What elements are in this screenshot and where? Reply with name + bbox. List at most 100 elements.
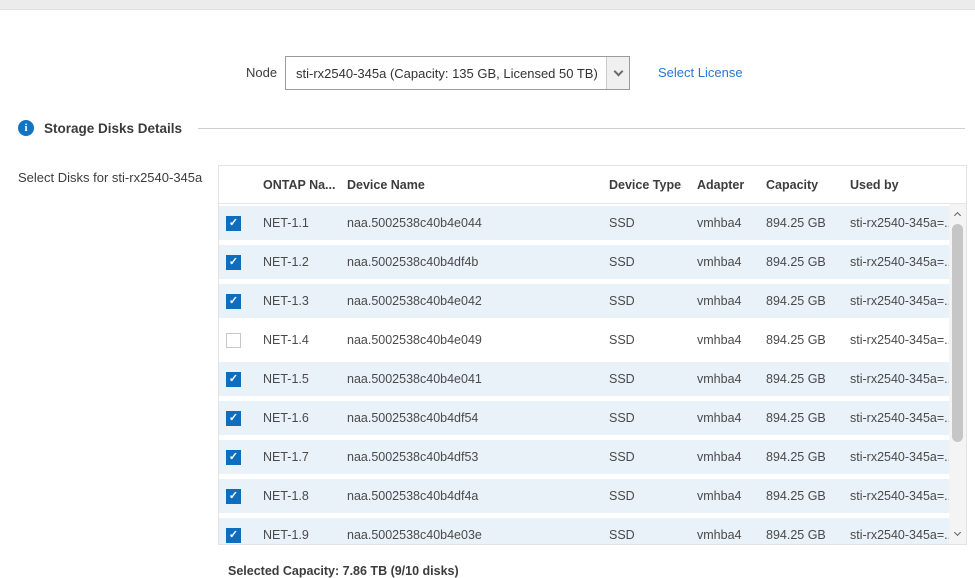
table-row: NET-1.7 naa.5002538c40b4df53 SSD vmhba4 … (219, 440, 949, 474)
cell-ontap-name: NET-1.7 (255, 450, 339, 464)
cell-ontap-name: NET-1.5 (255, 372, 339, 386)
cell-capacity: 894.25 GB (758, 411, 842, 425)
node-selector-row: Node sti-rx2540-345a (Capacity: 135 GB, … (0, 56, 975, 90)
disk-checkbox[interactable] (226, 411, 241, 426)
column-header-device-name: Device Name (339, 178, 601, 192)
cell-device-type: SSD (601, 333, 689, 347)
section-header: i Storage Disks Details (18, 119, 965, 137)
disk-checkbox[interactable] (226, 216, 241, 231)
cell-used-by: sti-rx2540-345a=... (842, 333, 949, 347)
checkbox-cell (219, 450, 255, 465)
cell-device-name: naa.5002538c40b4df54 (339, 411, 601, 425)
info-icon: i (18, 120, 34, 136)
cell-ontap-name: NET-1.4 (255, 333, 339, 347)
cell-ontap-name: NET-1.8 (255, 489, 339, 503)
cell-ontap-name: NET-1.6 (255, 411, 339, 425)
disk-checkbox[interactable] (226, 489, 241, 504)
table-row: NET-1.9 naa.5002538c40b4e03e SSD vmhba4 … (219, 518, 949, 544)
scroll-up-button[interactable] (949, 206, 966, 222)
section-title: Storage Disks Details (44, 121, 182, 136)
column-header-ontap-name: ONTAP Na... (255, 178, 339, 192)
cell-capacity: 894.25 GB (758, 372, 842, 386)
cell-device-name: naa.5002538c40b4df53 (339, 450, 601, 464)
checkbox-cell (219, 372, 255, 387)
table-row: NET-1.4 naa.5002538c40b4e049 SSD vmhba4 … (219, 323, 949, 357)
scroll-down-button[interactable] (949, 526, 966, 542)
cell-used-by: sti-rx2540-345a=... (842, 450, 949, 464)
cell-used-by: sti-rx2540-345a=... (842, 294, 949, 308)
cell-used-by: sti-rx2540-345a=... (842, 372, 949, 386)
cell-used-by: sti-rx2540-345a=... (842, 411, 949, 425)
column-header-used-by: Used by (842, 178, 966, 192)
cell-used-by: sti-rx2540-345a=... (842, 255, 949, 269)
disk-table: ONTAP Na... Device Name Device Type Adap… (218, 165, 967, 545)
cell-adapter: vmhba4 (689, 333, 758, 347)
section-divider (198, 128, 965, 129)
cell-ontap-name: NET-1.1 (255, 216, 339, 230)
chevron-down-icon (613, 67, 623, 77)
cell-capacity: 894.25 GB (758, 450, 842, 464)
cell-capacity: 894.25 GB (758, 489, 842, 503)
cell-device-name: naa.5002538c40b4e049 (339, 333, 601, 347)
cell-capacity: 894.25 GB (758, 333, 842, 347)
cell-adapter: vmhba4 (689, 411, 758, 425)
disk-table-body-rows: NET-1.1 naa.5002538c40b4e044 SSD vmhba4 … (219, 206, 949, 544)
column-header-capacity: Capacity (758, 178, 842, 192)
cell-device-name: naa.5002538c40b4e041 (339, 372, 601, 386)
checkbox-cell (219, 489, 255, 504)
disk-checkbox[interactable] (226, 372, 241, 387)
checkbox-cell (219, 528, 255, 543)
cell-adapter: vmhba4 (689, 450, 758, 464)
cell-capacity: 894.25 GB (758, 255, 842, 269)
cell-ontap-name: NET-1.3 (255, 294, 339, 308)
node-select-value: sti-rx2540-345a (Capacity: 135 GB, Licen… (286, 66, 606, 81)
top-bar (0, 0, 975, 10)
cell-device-type: SSD (601, 216, 689, 230)
disk-checkbox[interactable] (226, 528, 241, 543)
scrollbar-thumb[interactable] (952, 224, 963, 442)
cell-capacity: 894.25 GB (758, 528, 842, 542)
selected-capacity-summary: Selected Capacity: 7.86 TB (9/10 disks) (228, 564, 459, 578)
table-row: NET-1.1 naa.5002538c40b4e044 SSD vmhba4 … (219, 206, 949, 240)
cell-adapter: vmhba4 (689, 528, 758, 542)
table-row: NET-1.2 naa.5002538c40b4df4b SSD vmhba4 … (219, 245, 949, 279)
table-row: NET-1.5 naa.5002538c40b4e041 SSD vmhba4 … (219, 362, 949, 396)
cell-adapter: vmhba4 (689, 372, 758, 386)
disk-checkbox[interactable] (226, 333, 241, 348)
disk-checkbox[interactable] (226, 450, 241, 465)
cell-used-by: sti-rx2540-345a=... (842, 489, 949, 503)
cell-device-name: naa.5002538c40b4df4a (339, 489, 601, 503)
vertical-scrollbar[interactable] (949, 204, 966, 544)
checkbox-cell (219, 411, 255, 426)
cell-device-name: naa.5002538c40b4e042 (339, 294, 601, 308)
chevron-down-icon (954, 529, 961, 536)
disk-checkbox[interactable] (226, 255, 241, 270)
cell-device-type: SSD (601, 372, 689, 386)
cell-ontap-name: NET-1.2 (255, 255, 339, 269)
cell-capacity: 894.25 GB (758, 216, 842, 230)
cell-device-type: SSD (601, 528, 689, 542)
select-license-link[interactable]: Select License (658, 56, 743, 90)
dropdown-arrow-button[interactable] (606, 57, 629, 89)
disk-table-body: NET-1.1 naa.5002538c40b4e044 SSD vmhba4 … (219, 204, 966, 544)
cell-adapter: vmhba4 (689, 489, 758, 503)
cell-device-type: SSD (601, 255, 689, 269)
cell-adapter: vmhba4 (689, 294, 758, 308)
table-row: NET-1.3 naa.5002538c40b4e042 SSD vmhba4 … (219, 284, 949, 318)
node-label: Node (246, 56, 277, 90)
disk-checkbox[interactable] (226, 294, 241, 309)
checkbox-cell (219, 255, 255, 270)
column-header-adapter: Adapter (689, 178, 758, 192)
cell-device-type: SSD (601, 450, 689, 464)
cell-ontap-name: NET-1.9 (255, 528, 339, 542)
node-select-dropdown[interactable]: sti-rx2540-345a (Capacity: 135 GB, Licen… (285, 56, 630, 90)
checkbox-cell (219, 294, 255, 309)
cell-device-type: SSD (601, 411, 689, 425)
checkbox-cell (219, 216, 255, 231)
cell-used-by: sti-rx2540-345a=... (842, 528, 949, 542)
table-row: NET-1.6 naa.5002538c40b4df54 SSD vmhba4 … (219, 401, 949, 435)
cell-capacity: 894.25 GB (758, 294, 842, 308)
table-row: NET-1.8 naa.5002538c40b4df4a SSD vmhba4 … (219, 479, 949, 513)
cell-adapter: vmhba4 (689, 255, 758, 269)
column-header-device-type: Device Type (601, 178, 689, 192)
